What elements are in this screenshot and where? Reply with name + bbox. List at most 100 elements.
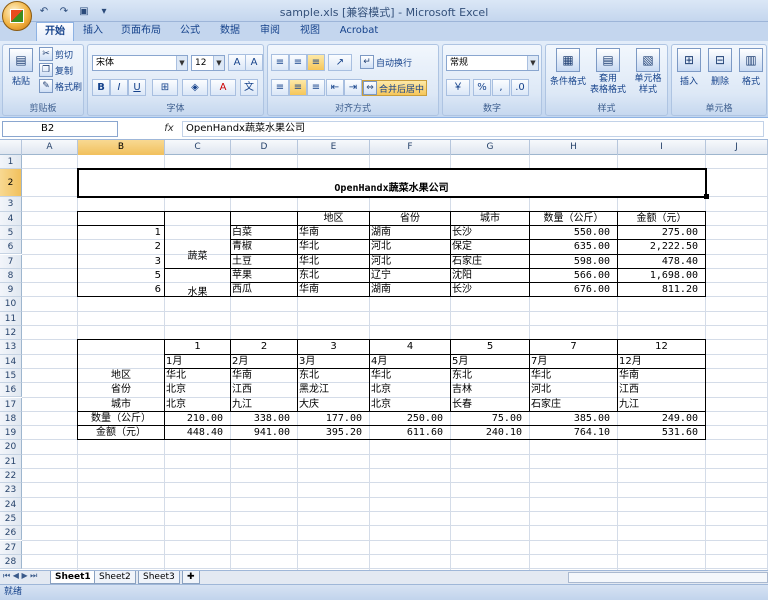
insert-sheet-button[interactable]: ✚ bbox=[182, 571, 200, 584]
cell[interactable]: 河北 bbox=[531, 383, 616, 397]
cell[interactable]: 1月 bbox=[166, 355, 229, 369]
header-cell[interactable]: 数量（公斤） bbox=[531, 212, 616, 226]
column-header[interactable]: C bbox=[165, 140, 231, 155]
cell[interactable]: 2,222.50 bbox=[619, 240, 704, 254]
row-header[interactable]: 3 bbox=[0, 197, 22, 212]
cell[interactable]: 531.60 bbox=[619, 426, 704, 440]
sheet-nav-icon[interactable]: ⏮ ◀ ▶ ⏭ bbox=[3, 571, 37, 581]
cell[interactable]: 385.00 bbox=[531, 412, 616, 426]
cell[interactable]: 九江 bbox=[619, 398, 704, 412]
cell[interactable]: 448.40 bbox=[166, 426, 229, 440]
redo-icon[interactable]: ↷ bbox=[56, 4, 72, 19]
format-cells-button[interactable]: ▥ 格式 bbox=[736, 48, 766, 87]
header-cell[interactable]: 金额（元） bbox=[619, 212, 704, 226]
row-header[interactable]: 25 bbox=[0, 511, 22, 527]
format-painter-button[interactable]: ✎ 格式刷 bbox=[39, 79, 82, 93]
group-cell[interactable]: 水果 bbox=[166, 269, 229, 298]
title-cell[interactable]: OpenHandx蔬菜水果公司 bbox=[79, 169, 704, 198]
row-label-cell[interactable]: 金额（元） bbox=[79, 426, 163, 440]
cell[interactable]: 长沙 bbox=[452, 283, 528, 297]
cell[interactable]: 河北 bbox=[371, 255, 449, 269]
paste-button[interactable]: ▤ 粘贴 bbox=[7, 48, 35, 87]
header-cell[interactable]: 城市 bbox=[452, 212, 528, 226]
cell[interactable]: 长沙 bbox=[452, 226, 528, 240]
cell[interactable]: 北京 bbox=[166, 398, 229, 412]
fill-color-button[interactable]: ◈ bbox=[182, 79, 208, 96]
cell[interactable]: 210.00 bbox=[166, 412, 229, 426]
cell[interactable]: 长春 bbox=[452, 398, 528, 412]
font-name-combo[interactable]: 宋体 ▼ bbox=[92, 55, 188, 71]
group-cell[interactable]: 蔬菜 bbox=[166, 226, 229, 269]
chevron-down-icon[interactable]: ▼ bbox=[176, 56, 187, 70]
row-header[interactable]: 24 bbox=[0, 497, 22, 512]
row-header[interactable]: 20 bbox=[0, 440, 22, 455]
cell[interactable]: 478.40 bbox=[619, 255, 704, 269]
align-center-button[interactable]: ≡ bbox=[289, 79, 307, 96]
customize-qat-button[interactable]: ▾ bbox=[96, 4, 112, 19]
decrease-indent-button[interactable]: ⇤ bbox=[326, 79, 344, 96]
cell[interactable]: 5月 bbox=[452, 355, 528, 369]
cell[interactable]: 177.00 bbox=[299, 412, 368, 426]
cell[interactable]: 江西 bbox=[232, 383, 296, 397]
row-header[interactable]: 16 bbox=[0, 383, 22, 398]
borders-button[interactable]: ⊞ bbox=[152, 79, 178, 96]
tab-insert[interactable]: 插入 bbox=[78, 22, 108, 41]
worksheet-grid[interactable]: OpenHandx蔬菜水果公司 地区 省份 城市 数量（公斤） 金额（元） 1 白菜 华南 湖南长… bbox=[22, 155, 768, 570]
align-left-button[interactable]: ≡ bbox=[271, 79, 289, 96]
cell[interactable]: 北京 bbox=[166, 383, 229, 397]
cell[interactable]: 青椒 bbox=[232, 240, 296, 254]
row-header[interactable]: 12 bbox=[0, 326, 22, 341]
orientation-button[interactable]: ↗ bbox=[328, 54, 352, 71]
number-format-combo[interactable]: 常规 ▼ bbox=[446, 55, 539, 71]
sheet-tab[interactable]: Sheet1 bbox=[50, 571, 96, 584]
cell[interactable]: 598.00 bbox=[531, 255, 616, 269]
delete-cells-button[interactable]: ⊟ 删除 bbox=[705, 48, 735, 87]
row-label-cell[interactable]: 地区 bbox=[79, 369, 163, 383]
increase-decimal-button[interactable]: .0 bbox=[511, 79, 529, 96]
percent-button[interactable]: % bbox=[473, 79, 491, 96]
header-cell[interactable]: 地区 bbox=[299, 212, 368, 226]
cell[interactable]: 大庆 bbox=[299, 398, 368, 412]
align-right-button[interactable]: ≡ bbox=[307, 79, 325, 96]
row-header[interactable]: 28 bbox=[0, 554, 22, 570]
tab-page-layout[interactable]: 页面布局 bbox=[116, 22, 166, 41]
cell[interactable]: 3 bbox=[299, 340, 368, 354]
cell[interactable]: 75.00 bbox=[452, 412, 528, 426]
row-label-cell[interactable]: 城市 bbox=[79, 398, 163, 412]
row-header[interactable]: 26 bbox=[0, 526, 22, 541]
merge-center-button[interactable]: ⇔ 合并后居中 bbox=[362, 80, 428, 96]
row-header[interactable]: 22 bbox=[0, 469, 22, 484]
wrap-text-button[interactable]: ↵ 自动换行 bbox=[360, 55, 412, 69]
cell[interactable]: 华南 bbox=[299, 226, 368, 240]
cell[interactable]: 2 bbox=[232, 340, 296, 354]
row-header[interactable]: 15 bbox=[0, 368, 22, 384]
cell[interactable]: 辽宁 bbox=[371, 269, 449, 283]
cell[interactable]: 江西 bbox=[619, 383, 704, 397]
column-header[interactable]: E bbox=[298, 140, 370, 155]
cell[interactable]: 北京 bbox=[371, 383, 449, 397]
cell[interactable]: 九江 bbox=[232, 398, 296, 412]
conditional-format-button[interactable]: ▦ 条件格式 bbox=[548, 48, 588, 87]
column-header[interactable]: A bbox=[22, 140, 78, 155]
column-header[interactable]: H bbox=[530, 140, 618, 155]
cell-styles-button[interactable]: ▧ 单元格 样式 bbox=[628, 48, 668, 96]
cell[interactable]: 华北 bbox=[371, 369, 449, 383]
cell[interactable]: 吉林 bbox=[452, 383, 528, 397]
cell[interactable]: 635.00 bbox=[531, 240, 616, 254]
column-header[interactable]: F bbox=[370, 140, 451, 155]
chevron-down-icon[interactable]: ▼ bbox=[213, 56, 224, 70]
cell[interactable]: 土豆 bbox=[232, 255, 296, 269]
cut-button[interactable]: ✂ 剪切 bbox=[39, 47, 73, 61]
cell[interactable]: 275.00 bbox=[619, 226, 704, 240]
cell[interactable]: 黑龙江 bbox=[299, 383, 368, 397]
italic-button[interactable]: I bbox=[110, 79, 128, 96]
row-header[interactable]: 17 bbox=[0, 397, 22, 412]
bold-button[interactable]: B bbox=[92, 79, 110, 96]
insert-function-button[interactable]: fx bbox=[160, 121, 178, 137]
cell[interactable]: 华南 bbox=[232, 369, 296, 383]
cell[interactable]: 白菜 bbox=[232, 226, 296, 240]
cell[interactable]: 676.00 bbox=[531, 283, 616, 297]
cell[interactable]: 华南 bbox=[619, 369, 704, 383]
row-header[interactable]: 1 bbox=[0, 155, 22, 170]
cell[interactable]: 石家庄 bbox=[531, 398, 616, 412]
